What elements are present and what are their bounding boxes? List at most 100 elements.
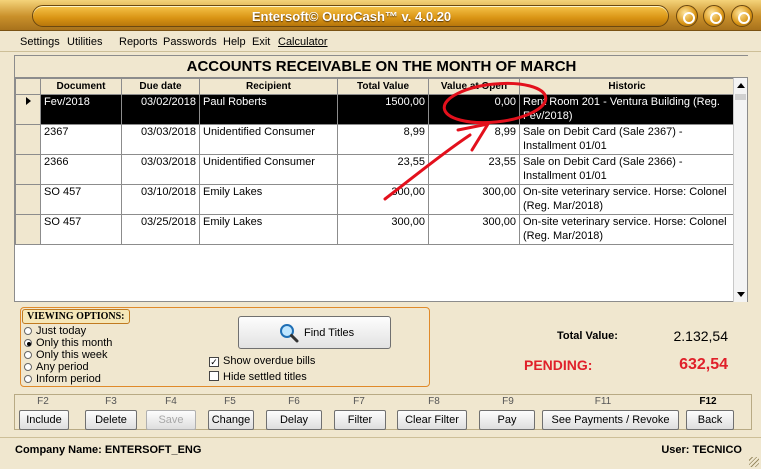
cell-document: 2366 [40, 154, 122, 185]
include-button[interactable]: Include [19, 410, 69, 430]
radio-any-period[interactable]: Any period [24, 361, 89, 373]
change-button[interactable]: Change [208, 410, 254, 430]
table-row[interactable]: 2366 03/03/2018 Unidentified Consumer 23… [15, 154, 735, 185]
radio-inform-period[interactable]: Inform period [24, 373, 101, 385]
column-header-total-value[interactable]: Total Value [337, 78, 429, 95]
menu-settings[interactable]: Settings [20, 36, 60, 48]
magnifier-icon [280, 324, 299, 343]
close-icon[interactable] [731, 5, 753, 27]
fkey-f9: F9 [502, 396, 514, 407]
column-header-due-date[interactable]: Due date [121, 78, 200, 95]
cell-value-at-open: 8,99 [428, 124, 520, 155]
menu-help[interactable]: Help [223, 36, 246, 48]
viewing-options-label: VIEWING OPTIONS: [22, 309, 130, 324]
radio-only-this-month[interactable]: Only this month [24, 337, 112, 349]
menu-bar: Settings Utilities Reports Passwords Hel… [0, 31, 761, 52]
company-name: Company Name: ENTERSOFT_ENG [15, 444, 202, 456]
column-header-recipient[interactable]: Recipient [199, 78, 338, 95]
menu-passwords[interactable]: Passwords [163, 36, 217, 48]
minimize-icon[interactable] [676, 5, 698, 27]
cell-value-at-open: 300,00 [428, 214, 520, 245]
table-row[interactable]: SO 457 03/10/2018 Emily Lakes 300,00 300… [15, 184, 735, 215]
show-overdue-checkbox[interactable]: ✓ Show overdue bills [209, 355, 315, 367]
fkey-f6: F6 [288, 396, 300, 407]
delete-button[interactable]: Delete [85, 410, 137, 430]
cell-due-date: 03/10/2018 [121, 184, 200, 215]
cell-document: Fev/2018 [40, 94, 122, 125]
clear-filter-button[interactable]: Clear Filter [397, 410, 467, 430]
fkey-f5: F5 [224, 396, 236, 407]
title-pill: Entersoft© OuroCash™ v. 4.0.20 [32, 5, 669, 27]
pending-label: PENDING: [524, 357, 593, 373]
column-header-value-at-open[interactable]: Value at Open [428, 78, 520, 95]
delay-button[interactable]: Delay [266, 410, 322, 430]
fkey-f4: F4 [165, 396, 177, 407]
fkey-f2: F2 [37, 396, 49, 407]
receivables-table: Document Due date Recipient Total Value … [15, 78, 735, 245]
column-header-historic[interactable]: Historic [519, 78, 735, 95]
fkey-f3: F3 [105, 396, 117, 407]
row-selector[interactable] [15, 154, 41, 185]
row-selector[interactable] [15, 94, 41, 125]
cell-total-value: 8,99 [337, 124, 429, 155]
save-button[interactable]: Save [146, 410, 196, 430]
table-row[interactable]: 2367 03/03/2018 Unidentified Consumer 8,… [15, 124, 735, 155]
cell-historic: On-site veterinary service. Horse: Colon… [519, 184, 735, 215]
cell-document: 2367 [40, 124, 122, 155]
hide-settled-checkbox[interactable]: Hide settled titles [209, 371, 307, 383]
fkey-f12: F12 [699, 396, 717, 407]
table-row[interactable]: Fev/2018 03/02/2018 Paul Roberts 1500,00… [15, 94, 735, 125]
cell-value-at-open: 300,00 [428, 184, 520, 215]
cell-recipient: Unidentified Consumer [199, 124, 338, 155]
grid-title: ACCOUNTS RECEIVABLE ON THE MONTH OF MARC… [15, 56, 748, 78]
row-selector-header [15, 78, 41, 95]
row-selector[interactable] [15, 214, 41, 245]
menu-reports[interactable]: Reports [119, 36, 158, 48]
cell-recipient: Emily Lakes [199, 184, 338, 215]
cell-historic: Sale on Debit Card (Sale 2367) - Install… [519, 124, 735, 155]
menu-calculator[interactable]: Calculator [278, 36, 328, 48]
pay-button[interactable]: Pay [479, 410, 535, 430]
receivables-grid: ACCOUNTS RECEIVABLE ON THE MONTH OF MARC… [14, 55, 748, 302]
find-titles-label: Find Titles [304, 327, 355, 339]
cell-document: SO 457 [40, 184, 122, 215]
title-bar: Entersoft© OuroCash™ v. 4.0.20 [0, 0, 761, 31]
column-header-document[interactable]: Document [40, 78, 122, 95]
maximize-icon[interactable] [703, 5, 725, 27]
current-row-icon [25, 97, 31, 105]
cell-recipient: Paul Roberts [199, 94, 338, 125]
cell-historic: Sale on Debit Card (Sale 2366) - Install… [519, 154, 735, 185]
cell-due-date: 03/03/2018 [121, 154, 200, 185]
scroll-down-icon[interactable] [735, 288, 747, 300]
fkey-f8: F8 [428, 396, 440, 407]
fkey-f7: F7 [353, 396, 365, 407]
user-name: User: TECNICO [661, 444, 742, 456]
back-button[interactable]: Back [686, 410, 734, 430]
row-selector[interactable] [15, 184, 41, 215]
radio-only-this-week[interactable]: Only this week [24, 349, 108, 361]
radio-just-today[interactable]: Just today [24, 325, 86, 337]
vertical-scrollbar[interactable] [733, 78, 747, 302]
cell-due-date: 03/25/2018 [121, 214, 200, 245]
filter-button[interactable]: Filter [334, 410, 386, 430]
table-row[interactable]: SO 457 03/25/2018 Emily Lakes 300,00 300… [15, 214, 735, 245]
find-titles-button[interactable]: Find Titles [238, 316, 391, 349]
window-title: Entersoft© OuroCash™ v. 4.0.20 [251, 9, 452, 24]
resize-grip-icon[interactable] [749, 457, 759, 467]
menu-utilities[interactable]: Utilities [67, 36, 102, 48]
cell-historic: On-site veterinary service. Horse: Colon… [519, 214, 735, 245]
cell-due-date: 03/02/2018 [121, 94, 200, 125]
cell-value-at-open: 0,00 [428, 94, 520, 125]
total-value: 2.132,54 [673, 328, 729, 344]
scroll-thumb[interactable] [735, 94, 746, 100]
total-value-label: Total Value: [557, 330, 618, 342]
cell-total-value: 1500,00 [337, 94, 429, 125]
row-selector[interactable] [15, 124, 41, 155]
fkey-f11: F11 [594, 396, 612, 407]
cell-historic: Rent Room 201 - Ventura Building (Reg. F… [519, 94, 735, 125]
menu-exit[interactable]: Exit [252, 36, 270, 48]
cell-recipient: Unidentified Consumer [199, 154, 338, 185]
see-payments-revoke-button[interactable]: See Payments / Revoke [542, 410, 679, 430]
cell-document: SO 457 [40, 214, 122, 245]
scroll-up-icon[interactable] [735, 80, 747, 92]
